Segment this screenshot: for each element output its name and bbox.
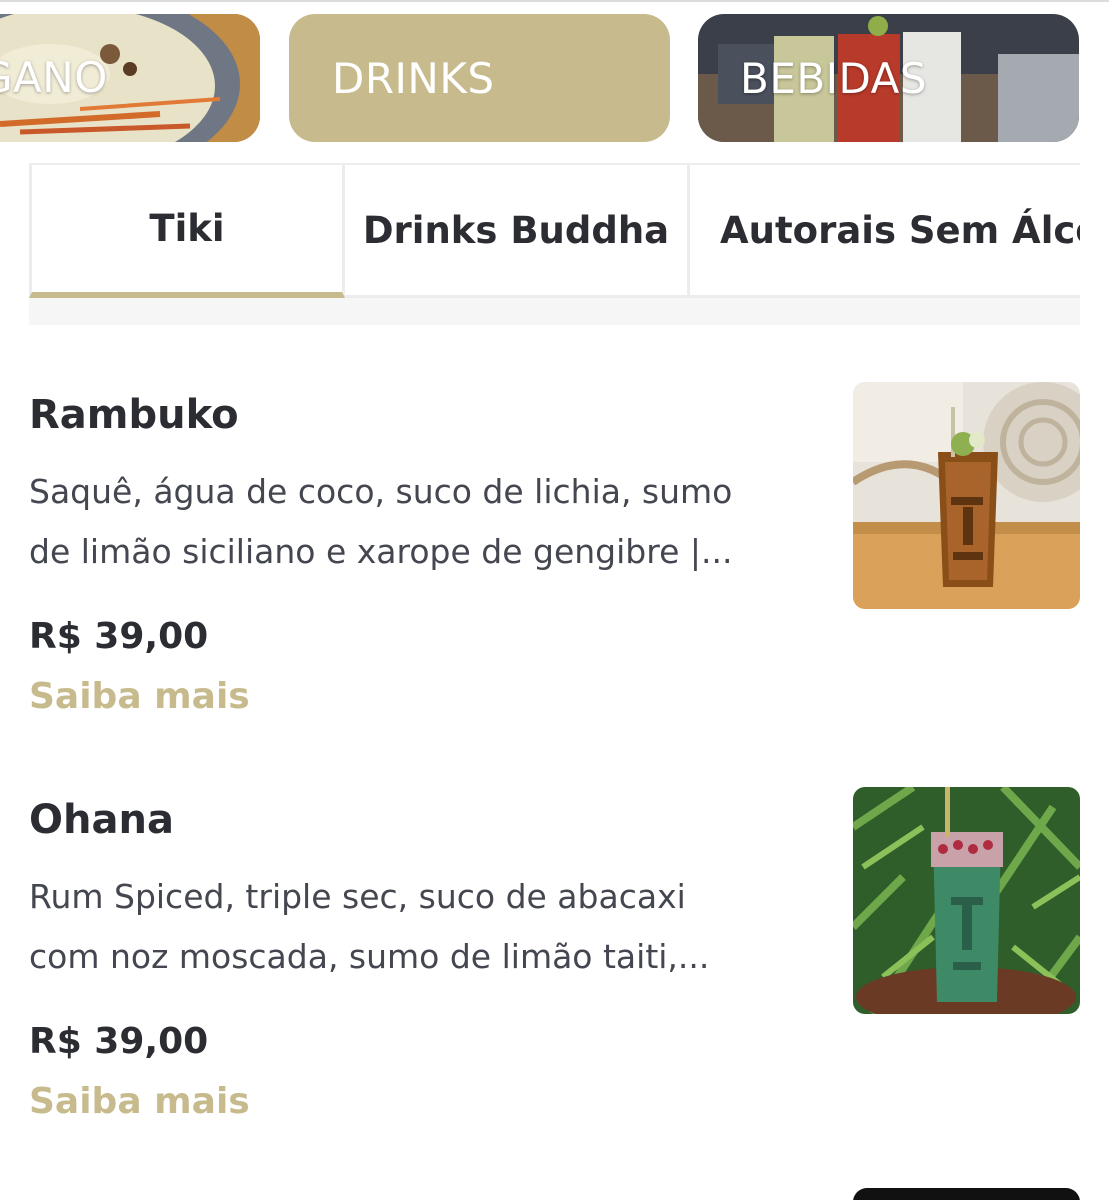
- category-label: BEBIDAS: [740, 53, 928, 103]
- tiki-mug-brown-photo-icon: [853, 382, 1080, 609]
- category-card-vegano[interactable]: GANO: [0, 14, 260, 142]
- tab-drinks-buddha[interactable]: Drinks Buddha: [345, 165, 690, 298]
- product-description: Rum Spiced, triple sec, suco de abacaxi …: [29, 877, 710, 976]
- product-price: R$ 39,00: [29, 1021, 209, 1062]
- product-image[interactable]: [853, 787, 1080, 1014]
- category-label: DRINKS: [332, 53, 495, 103]
- category-card-drinks[interactable]: DRINKS: [289, 14, 670, 142]
- product-name: Rambuko: [29, 392, 239, 438]
- product-price: R$ 39,00: [29, 616, 209, 657]
- tiki-mug-green-photo-icon: [853, 787, 1080, 1014]
- menu-page: GANO DRINKS BEBIDAS Tiki Drinks Buddha A…: [0, 0, 1109, 1200]
- tabs-shadow: [29, 298, 1080, 325]
- category-label: GANO: [0, 52, 108, 102]
- tab-autorais-sem-alcool[interactable]: Autorais Sem Álcoo: [690, 165, 1080, 298]
- next-product-image: [853, 1188, 1080, 1200]
- product-name: Ohana: [29, 797, 174, 843]
- product-description: Saquê, água de coco, suco de lichia, sum…: [29, 472, 733, 571]
- saiba-mais-link[interactable]: Saiba mais: [29, 676, 250, 717]
- tab-tiki[interactable]: Tiki: [29, 165, 345, 298]
- saiba-mais-link[interactable]: Saiba mais: [29, 1081, 250, 1122]
- category-card-bebidas[interactable]: BEBIDAS: [698, 14, 1079, 142]
- product-image[interactable]: [853, 382, 1080, 609]
- top-divider: [0, 0, 1109, 2]
- subcategory-tabs: Tiki Drinks Buddha Autorais Sem Álcoo: [29, 163, 1080, 298]
